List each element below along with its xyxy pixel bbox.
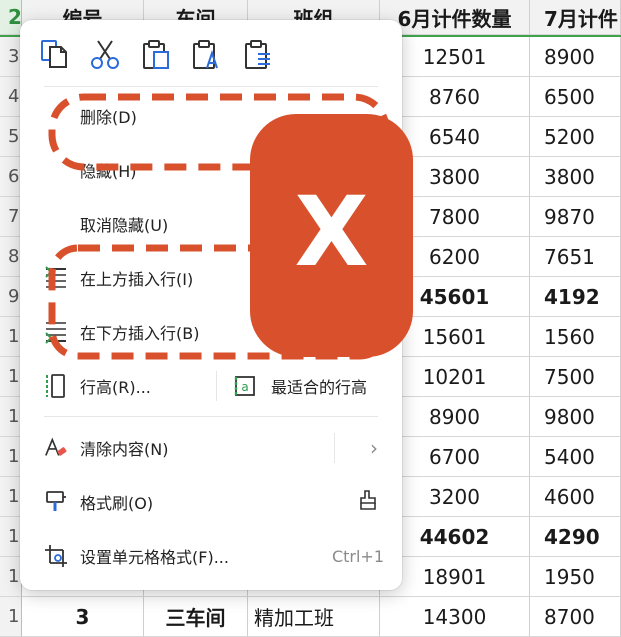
cut-icon[interactable] <box>89 36 121 72</box>
row-number[interactable]: 3 <box>0 37 22 77</box>
cell-july-qty[interactable]: 6500 <box>530 77 621 117</box>
x-mark-badge: X <box>250 114 413 357</box>
cell-july-qty[interactable]: 9800 <box>530 397 621 437</box>
cell-july-qty[interactable]: 1560 <box>530 317 621 357</box>
menu-item-divider <box>334 433 335 463</box>
row-number[interactable]: 16 <box>0 557 22 597</box>
row-number[interactable]: 5 <box>0 117 22 157</box>
row-number[interactable]: 11 <box>0 357 22 397</box>
cell-july-qty[interactable]: 5200 <box>530 117 621 157</box>
paste-values-icon[interactable] <box>242 36 274 72</box>
format-cells-shortcut: Ctrl+1 <box>331 546 384 566</box>
cell-july-qty[interactable]: 4192 <box>530 277 621 317</box>
chevron-right-icon: › <box>370 436 378 460</box>
cell-july-qty[interactable]: 9870 <box>530 197 621 237</box>
best-fit-row-height-icon: a <box>233 374 257 398</box>
cell-june-qty[interactable]: 14300 <box>380 597 530 637</box>
row-number[interactable]: 12 <box>0 397 22 437</box>
menu-toolbar <box>38 36 274 72</box>
cell-team[interactable]: 精加工班 <box>248 597 380 637</box>
row-number[interactable]: 14 <box>0 477 22 517</box>
menu-item-format-cells[interactable]: 设置单元格格式(F)... Ctrl+1 <box>20 536 402 576</box>
row-height-icon <box>44 374 68 398</box>
menu-item-delete-label: 删除(D) <box>80 108 137 127</box>
copy-icon[interactable] <box>38 36 70 72</box>
menu-item-best-fit-row-height[interactable]: a 最适合的行高 <box>233 366 402 406</box>
cell-july-qty[interactable]: 4290 <box>530 517 621 557</box>
row-number[interactable]: 9 <box>0 277 22 317</box>
menu-divider <box>44 416 378 417</box>
menu-item-clear-content[interactable]: 清除内容(N) › <box>20 428 402 468</box>
cell-july-qty[interactable]: 7500 <box>530 357 621 397</box>
x-mark-text: X <box>294 175 369 288</box>
format-cells-icon <box>44 544 68 568</box>
insert-row-below-icon <box>44 320 68 344</box>
table-row[interactable]: 173三车间精加工班143008700 <box>0 597 621 637</box>
cell-id[interactable]: 3 <box>22 597 144 637</box>
cell-june-qty[interactable]: 3200 <box>380 477 530 517</box>
row-number[interactable]: 4 <box>0 77 22 117</box>
cell-june-qty[interactable]: 8900 <box>380 397 530 437</box>
cell-june-qty[interactable]: 18901 <box>380 557 530 597</box>
row-number[interactable]: 10 <box>0 317 22 357</box>
cell-july-qty[interactable]: 4600 <box>530 477 621 517</box>
cell-june-qty[interactable]: 8760 <box>380 77 530 117</box>
paste-icon[interactable] <box>140 36 172 72</box>
clear-content-icon <box>44 436 68 460</box>
row-number[interactable]: 6 <box>0 157 22 197</box>
cell-june-qty[interactable]: 10201 <box>380 357 530 397</box>
menu-item-insert-row-below-label: 在下方插入行(B) <box>80 324 200 343</box>
menu-item-format-cells-label: 设置单元格格式(F)... <box>80 548 229 567</box>
svg-text:a: a <box>241 380 248 394</box>
cell-june-qty[interactable]: 12501 <box>380 37 530 77</box>
format-painter-brush-icon[interactable] <box>356 488 380 516</box>
cell-july-qty[interactable]: 8700 <box>530 597 621 637</box>
cell-june-qty[interactable]: 44602 <box>380 517 530 557</box>
menu-item-clear-content-label: 清除内容(N) <box>80 440 169 459</box>
row-number[interactable]: 8 <box>0 237 22 277</box>
insert-row-above-icon <box>44 266 68 290</box>
menu-item-hide-label: 隐藏(H) <box>80 162 137 181</box>
row-number[interactable]: 17 <box>0 597 22 637</box>
cell-july-qty[interactable]: 7651 <box>530 237 621 277</box>
row-number[interactable]: 13 <box>0 437 22 477</box>
cell-july-qty[interactable]: 3800 <box>530 157 621 197</box>
cell-july-qty[interactable]: 1950 <box>530 557 621 597</box>
row-number[interactable]: 2 <box>0 0 22 35</box>
cell-workshop[interactable]: 三车间 <box>144 597 248 637</box>
menu-item-best-fit-label: 最适合的行高 <box>271 378 368 397</box>
menu-item-row-height-label: 行高(R)... <box>80 378 151 397</box>
menu-item-format-painter[interactable]: 格式刷(O) <box>20 482 402 522</box>
menu-item-unhide-label: 取消隐藏(U) <box>80 216 169 235</box>
cell-july-qty[interactable]: 5400 <box>530 437 621 477</box>
menu-item-insert-row-above-label: 在上方插入行(I) <box>80 270 194 289</box>
row-number[interactable]: 15 <box>0 517 22 557</box>
column-header-july-qty[interactable]: 7月计件 <box>530 0 621 35</box>
cell-july-qty[interactable]: 8900 <box>530 37 621 77</box>
row-number[interactable]: 7 <box>0 197 22 237</box>
menu-divider <box>44 86 378 87</box>
column-header-june-qty[interactable]: 6月计件数量 <box>380 0 530 35</box>
menu-item-divider <box>216 371 217 401</box>
cell-june-qty[interactable]: 6700 <box>380 437 530 477</box>
paste-text-icon[interactable] <box>191 36 223 72</box>
format-painter-icon <box>44 490 68 514</box>
menu-item-format-painter-label: 格式刷(O) <box>80 494 154 513</box>
